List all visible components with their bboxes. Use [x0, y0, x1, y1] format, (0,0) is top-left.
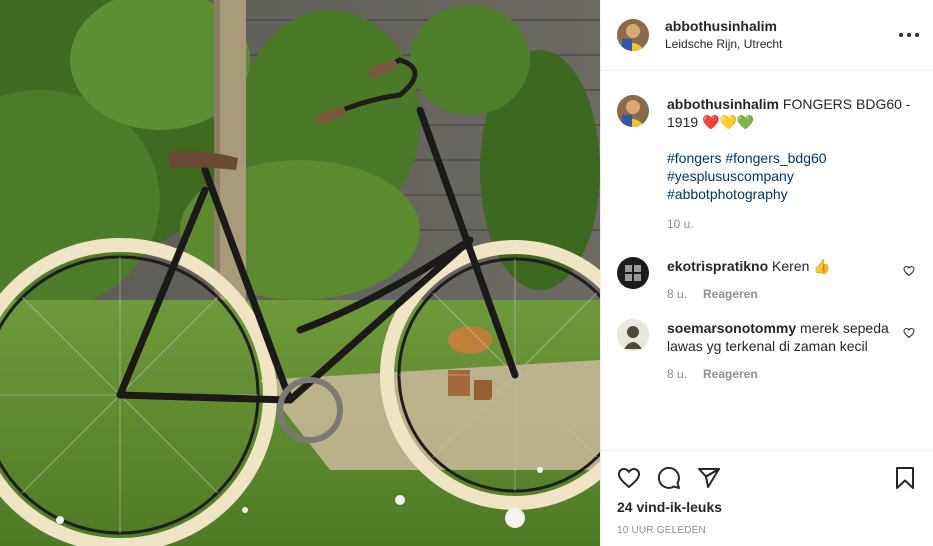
caption-body: abbothusinhalim FONGERS BDG60 - 1919 ❤️💛…: [667, 95, 917, 233]
commenter-username[interactable]: soemarsonotommy: [667, 320, 796, 336]
author-info: abbothusinhalim Leidsche Rijn, Utrecht: [665, 17, 782, 53]
comment-like-heart-icon[interactable]: [903, 265, 915, 277]
comment-body: soemarsonotommy merek sepeda lawas yg te…: [667, 319, 917, 383]
comment-body: ekotrispratikno Keren 👍 8 u. Reageren: [667, 257, 859, 303]
dot: [907, 33, 911, 37]
caption-username[interactable]: abbothusinhalim: [667, 96, 779, 112]
hashtags: #fongers #fongers_bdg60 #yesplususcompan…: [667, 149, 917, 203]
author-avatar[interactable]: [617, 19, 649, 51]
dot: [915, 33, 919, 37]
comment-meta: 8 u. Reageren: [667, 285, 831, 303]
action-icons: [617, 451, 917, 495]
post-actions: 24 vind-ik-leuks 10 UUR GELEDEN: [601, 450, 933, 546]
comment-meta: 8 u. Reageren: [667, 365, 889, 383]
post-caption: abbothusinhalim FONGERS BDG60 - 1919 ❤️💛…: [617, 71, 917, 233]
commenter-username[interactable]: ekotrispratikno: [667, 258, 768, 274]
bookmark-icon[interactable]: [893, 466, 917, 490]
comment-item: ekotrispratikno Keren 👍 8 u. Reageren: [617, 257, 917, 303]
hashtag-line[interactable]: #abbotphotography: [667, 185, 917, 203]
post-location[interactable]: Leidsche Rijn, Utrecht: [665, 35, 782, 53]
commenter-avatar[interactable]: [617, 257, 649, 289]
caption-avatar[interactable]: [617, 95, 649, 127]
more-options-icon[interactable]: [899, 26, 919, 44]
reply-button[interactable]: Reageren: [703, 365, 758, 383]
dot: [899, 33, 903, 37]
comments-list: abbothusinhalim FONGERS BDG60 - 1919 ❤️💛…: [601, 71, 933, 383]
post-side-panel: abbothusinhalim Leidsche Rijn, Utrecht a…: [600, 0, 933, 546]
post-photo[interactable]: [0, 0, 600, 546]
reply-button[interactable]: Reageren: [703, 285, 758, 303]
hashtag-line[interactable]: #fongers #fongers_bdg60: [667, 149, 917, 167]
instagram-post: abbothusinhalim Leidsche Rijn, Utrecht a…: [0, 0, 933, 546]
comment-icon[interactable]: [657, 466, 681, 490]
caption-age[interactable]: 10 u.: [667, 215, 917, 233]
post-timestamp[interactable]: 10 UUR GELEDEN: [617, 525, 917, 536]
commenter-avatar[interactable]: [617, 319, 649, 351]
comment-item: soemarsonotommy merek sepeda lawas yg te…: [617, 319, 917, 383]
post-header: abbothusinhalim Leidsche Rijn, Utrecht: [601, 0, 933, 71]
comment-text: Keren 👍: [772, 258, 831, 274]
comment-like-heart-icon[interactable]: [903, 327, 915, 339]
comment-age[interactable]: 8 u.: [667, 365, 687, 383]
comment-age[interactable]: 8 u.: [667, 285, 687, 303]
likes-count[interactable]: 24 vind-ik-leuks: [617, 499, 917, 515]
bicycle-photo: [0, 0, 600, 546]
share-icon[interactable]: [697, 466, 721, 490]
hashtag-line[interactable]: #yesplususcompany: [667, 167, 917, 185]
author-username[interactable]: abbothusinhalim: [665, 17, 782, 35]
heart-icon[interactable]: [617, 466, 641, 490]
